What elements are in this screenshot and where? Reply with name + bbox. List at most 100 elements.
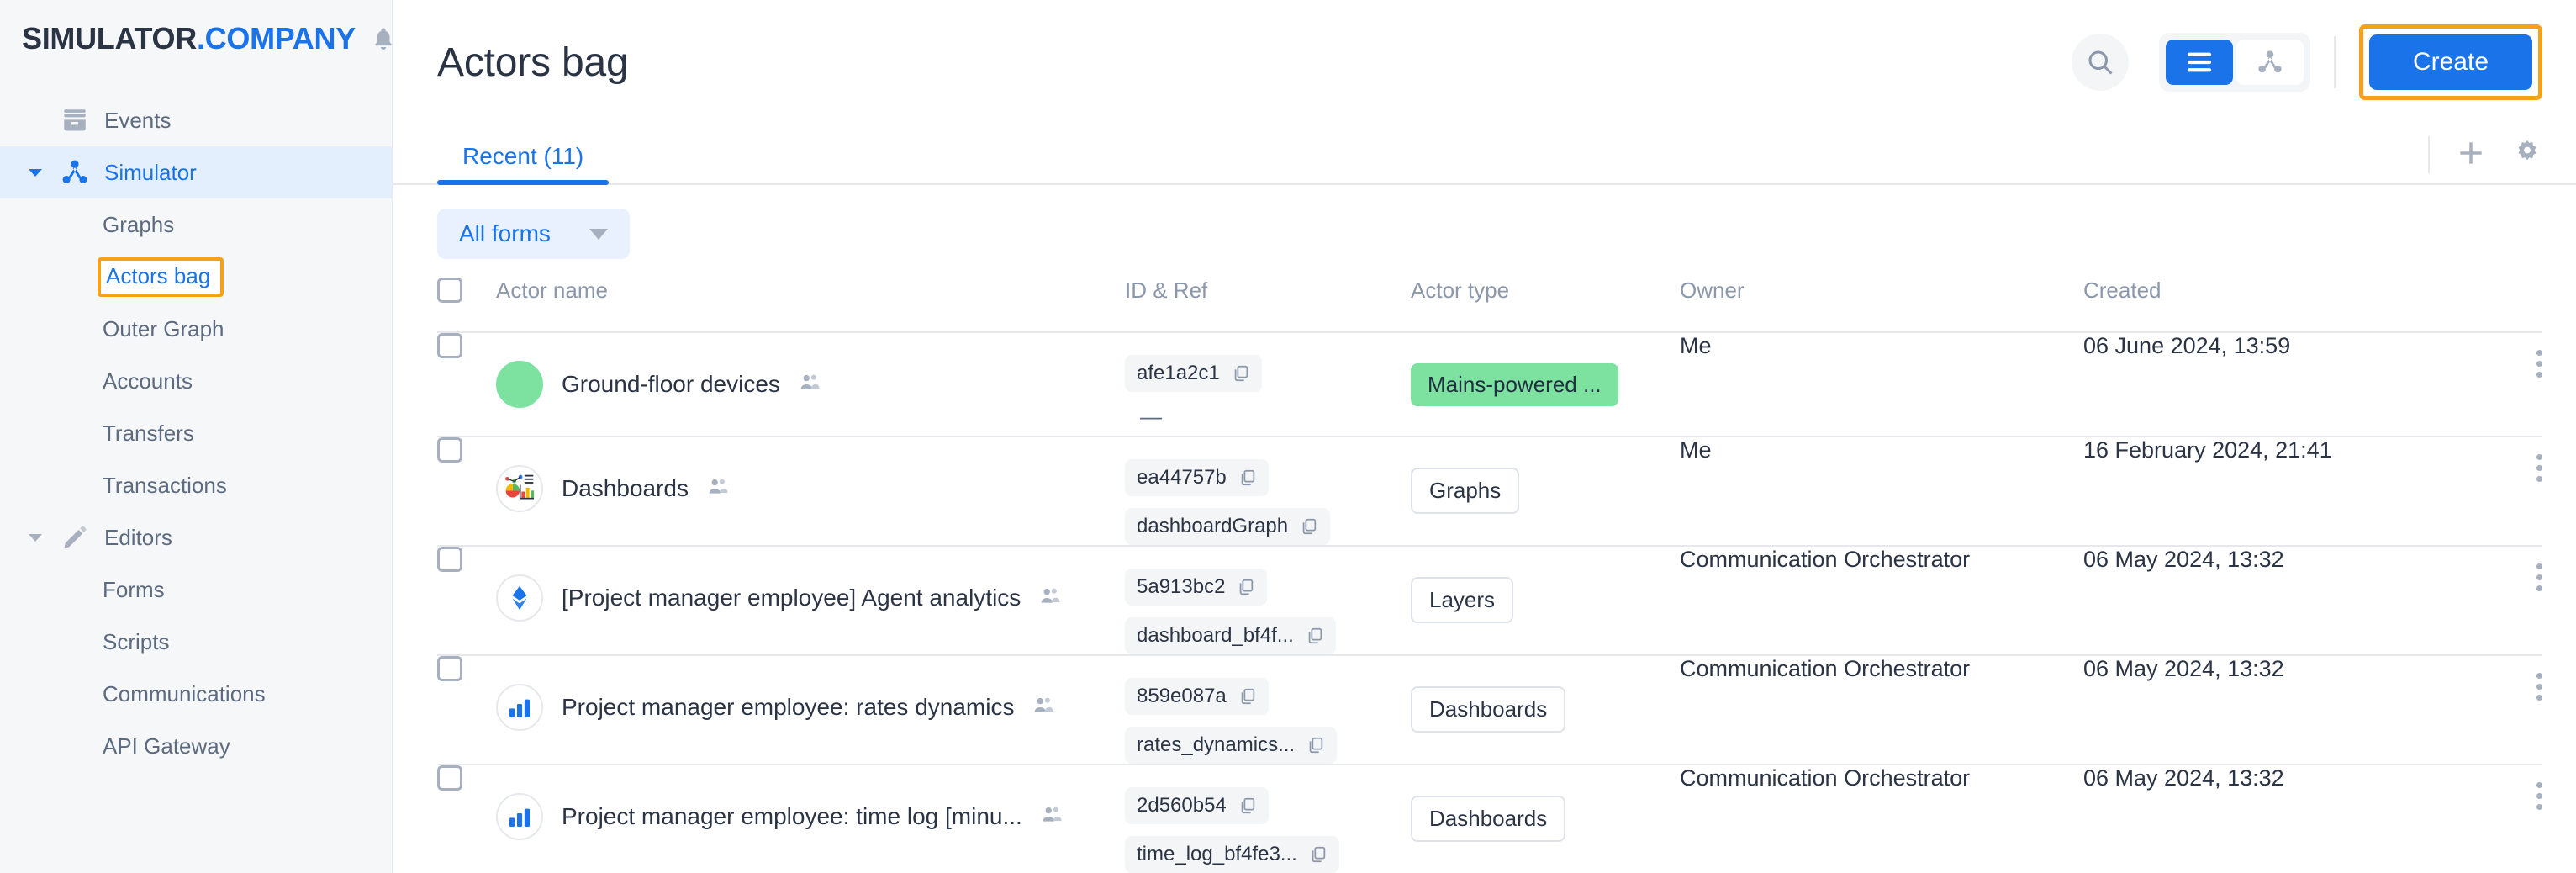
row-checkbox[interactable] (437, 765, 496, 791)
copy-icon (1241, 688, 1254, 705)
gear-icon[interactable] (2512, 138, 2542, 172)
column-header-actor-type[interactable]: Actor type (1411, 267, 1680, 304)
id-ref-cell: 5a913bc2 dashboard_bf4f... (1125, 547, 1411, 654)
created-value: 06 May 2024, 13:32 (2083, 547, 2284, 572)
created-value: 06 May 2024, 13:32 (2083, 765, 2284, 791)
select-all-checkbox[interactable] (437, 267, 496, 303)
sidebar-item-transfers[interactable]: Transfers (0, 407, 392, 459)
kebab-menu-icon[interactable] (2536, 656, 2542, 701)
ref-value: time_log_bf4fe3... (1137, 843, 1297, 865)
actor-name[interactable]: Dashboards (562, 475, 689, 502)
sidebar-item-editors[interactable]: Editors (0, 511, 392, 563)
id-pill[interactable]: 5a913bc2 (1125, 569, 1268, 606)
copy-icon (1302, 518, 1317, 535)
people-icon (1041, 804, 1063, 830)
ref-value: dashboard_bf4f... (1137, 624, 1294, 647)
column-header-actor-name[interactable]: Actor name (496, 267, 1125, 304)
owner-value: Me (1680, 333, 1712, 358)
sidebar-item-api-gateway[interactable]: API Gateway (0, 720, 392, 772)
brand-logo[interactable]: SIMULATOR.COMPANY (22, 21, 356, 56)
id-pill[interactable]: afe1a2c1 (1125, 355, 1262, 392)
actor-type-tag[interactable]: Graphs (1411, 468, 1520, 514)
id-pill[interactable]: ea44757b (1125, 459, 1269, 496)
chevron-down-icon[interactable] (29, 168, 42, 177)
kebab-menu-icon[interactable] (2536, 437, 2542, 482)
sidebar-item-events[interactable]: Events (0, 94, 392, 146)
search-icon[interactable] (2071, 34, 2129, 91)
sidebar-item-accounts[interactable]: Accounts (0, 355, 392, 407)
filter-bar: All forms (393, 185, 2576, 267)
copy-icon (1240, 579, 1254, 595)
actor-name[interactable]: [Project manager employee] Agent analyti… (562, 585, 1021, 611)
actor-name[interactable]: Project manager employee: rates dynamics (562, 694, 1014, 721)
main-content: Actors bag Create Recent (11) All forms … (393, 0, 2576, 873)
tab-recent[interactable]: Recent (11) (437, 143, 610, 185)
chevron-down-icon[interactable] (29, 533, 42, 542)
sidebar-item-forms[interactable]: Forms (0, 563, 392, 616)
actor-name-cell: Project manager employee: time log [minu… (496, 765, 1125, 868)
id-pill[interactable]: 859e087a (1125, 678, 1269, 715)
plus-icon[interactable] (2455, 137, 2487, 173)
kebab-menu-icon[interactable] (2536, 765, 2542, 810)
table-row[interactable]: Project manager employee: rates dynamics… (437, 656, 2542, 765)
ref-pill[interactable]: dashboard_bf4f... (1125, 617, 1336, 654)
sidebar-item-scripts[interactable]: Scripts (0, 616, 392, 668)
ref-pill[interactable]: time_log_bf4fe3... (1125, 836, 1339, 873)
table-row[interactable]: Project manager employee: time log [minu… (437, 765, 2542, 873)
table-row[interactable]: [Project manager employee] Agent analyti… (437, 547, 2542, 656)
column-header-id-ref[interactable]: ID & Ref (1125, 267, 1411, 304)
owner-value: Communication Orchestrator (1680, 765, 1971, 791)
sidebar-item-actors-bag[interactable]: Actors bag (0, 251, 392, 303)
chevron-down-icon (589, 228, 608, 240)
sidebar-item-graphs[interactable]: Graphs (0, 198, 392, 251)
id-pill[interactable]: 2d560b54 (1125, 787, 1269, 824)
sidebar-item-label: Actors bag (106, 262, 211, 288)
sidebar-item-communications[interactable]: Communications (0, 668, 392, 720)
sidebar-item-label: Outer Graph (103, 315, 224, 341)
id-value: ea44757b (1137, 466, 1227, 489)
sidebar-item-outer-graph[interactable]: Outer Graph (0, 303, 392, 355)
create-button[interactable]: Create (2368, 34, 2532, 90)
kebab-menu-icon[interactable] (2536, 333, 2542, 378)
bell-icon[interactable] (371, 24, 396, 53)
actor-type-tag[interactable]: Layers (1411, 577, 1514, 623)
row-checkbox[interactable] (437, 437, 496, 463)
all-forms-select[interactable]: All forms (437, 209, 630, 259)
sidebar-item-label: Forms (103, 576, 165, 602)
sidebar-item-transactions[interactable]: Transactions (0, 459, 392, 511)
column-header-owner[interactable]: Owner (1680, 267, 2083, 304)
owner-value: Communication Orchestrator (1680, 656, 1971, 681)
people-icon (707, 476, 729, 502)
kebab-menu-icon[interactable] (2536, 547, 2542, 591)
row-checkbox[interactable] (437, 656, 496, 681)
ref-pill[interactable]: dashboardGraph (1125, 508, 1331, 545)
tab-tools (2428, 136, 2542, 183)
owner-value: Me (1680, 437, 1712, 463)
sidebar-item-simulator[interactable]: Simulator (0, 146, 392, 198)
bar-chart-icon (496, 793, 543, 840)
ref-pill[interactable]: rates_dynamics... (1125, 727, 1338, 764)
list-view-icon[interactable] (2165, 40, 2233, 85)
blue-diamond-icon (496, 574, 543, 622)
actor-name[interactable]: Ground-floor devices (562, 371, 780, 398)
row-checkbox[interactable] (437, 547, 496, 572)
table-header-row: Actor name ID & Ref Actor type Owner Cre… (437, 267, 2542, 333)
row-checkbox[interactable] (437, 333, 496, 358)
actor-type-tag[interactable]: Mains-powered ... (1411, 363, 1618, 406)
column-header-created[interactable]: Created (2083, 267, 2484, 304)
actor-type-tag[interactable]: Dashboards (1411, 796, 1566, 842)
copy-icon (1312, 846, 1326, 863)
green-circle-icon (496, 361, 543, 408)
table-row[interactable]: Dashboards ea44757b dashboardGraph Graph… (437, 437, 2542, 547)
graph-view-icon[interactable] (2236, 40, 2304, 85)
actor-type-cell: Mains-powered ... (1411, 333, 1680, 410)
actor-name[interactable]: Project manager employee: time log [minu… (562, 803, 1022, 830)
analytics-chart-icon (496, 465, 543, 512)
copy-icon (1309, 737, 1323, 754)
all-forms-label: All forms (459, 220, 551, 246)
actor-type-tag[interactable]: Dashboards (1411, 686, 1566, 733)
actor-type-cell: Layers (1411, 547, 1680, 627)
table-row[interactable]: Ground-floor devices afe1a2c1 — Mains-po… (437, 333, 2542, 437)
sidebar-item-label: Scripts (103, 628, 170, 654)
tab-bar: Recent (11) (393, 124, 2576, 185)
